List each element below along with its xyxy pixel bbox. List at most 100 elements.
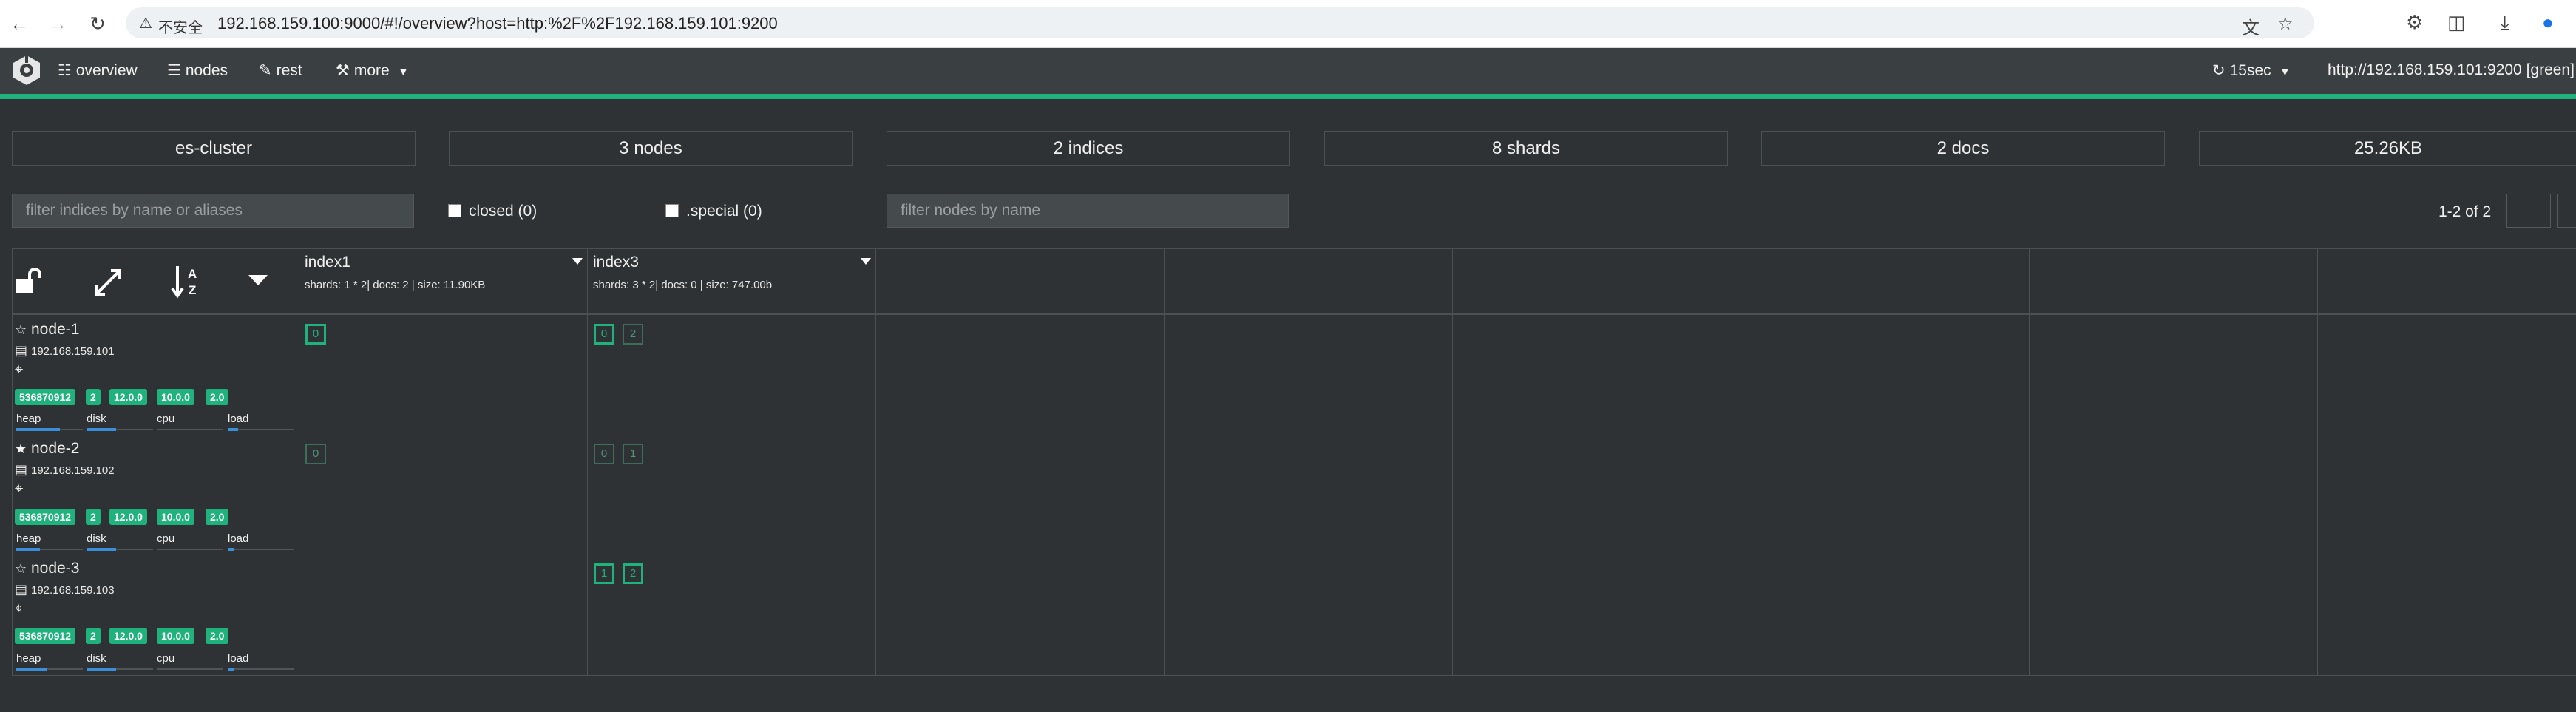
index-name[interactable]: index3: [593, 254, 877, 271]
badge-cpus: 2: [86, 389, 101, 405]
shard-primary[interactable]: 0: [305, 324, 326, 345]
list-icon: ☰: [167, 62, 181, 79]
app-header: ☷ overview ☰ nodes ✎ rest ⚒ more ▼ ↻ 15sec ▼ …: [0, 48, 2576, 94]
badge-version: 12.0.0: [109, 389, 147, 405]
node-name-text: node-1: [31, 321, 80, 338]
server-icon: ▤: [15, 462, 28, 477]
prev-page-button[interactable]: [2506, 194, 2551, 228]
crop-icon[interactable]: ⌖: [15, 481, 296, 498]
grid-col-divider: [12, 248, 13, 676]
filter-indices-input[interactable]: filter indices by name or aliases: [12, 194, 414, 228]
index-menu-caret-icon[interactable]: [572, 258, 583, 265]
shard-replica[interactable]: 0: [594, 444, 614, 464]
star-outline-icon: ☆: [15, 322, 27, 337]
reload-icon[interactable]: ↻: [84, 10, 111, 37]
shard-primary[interactable]: 1: [594, 563, 614, 584]
shard-replica[interactable]: 1: [623, 444, 643, 464]
shard-primary[interactable]: 2: [623, 563, 643, 584]
menu-overview[interactable]: ☷ overview: [58, 61, 138, 80]
expand-icon[interactable]: [93, 268, 123, 297]
cpu-bar-track: [157, 668, 223, 670]
disk-bar-fill: [87, 668, 116, 671]
next-page-button[interactable]: [2557, 194, 2576, 228]
server-icon: ▤: [15, 582, 28, 597]
node-ip: ▤ 192.168.159.102: [15, 462, 296, 478]
extension-icon[interactable]: ⚙: [2406, 11, 2423, 34]
shard-replica[interactable]: 2: [623, 324, 643, 345]
shard-replica[interactable]: 0: [305, 444, 326, 464]
special-filter[interactable]: .special (0): [665, 203, 762, 220]
profile-icon[interactable]: ●: [2542, 11, 2554, 34]
puzzle-icon[interactable]: ◫: [2447, 11, 2466, 34]
menu-overview-label: overview: [75, 62, 138, 79]
node-name[interactable]: ☆ node-3: [15, 560, 296, 577]
closed-filter[interactable]: closed (0): [448, 203, 537, 220]
index-meta: shards: 1 * 2| docs: 2 | size: 11.90KB: [305, 279, 486, 291]
load-bar-fill: [228, 668, 234, 671]
translate-icon[interactable]: 文: [2242, 13, 2260, 39]
index-header-index3[interactable]: index3 shards: 3 * 2| docs: 0 | size: 74…: [593, 254, 877, 291]
cpu-bar-track: [157, 549, 223, 550]
warning-icon: ⚠: [139, 16, 152, 32]
heap-bar-fill: [16, 428, 60, 431]
edit-icon: ✎: [259, 62, 272, 79]
menu-more-label: more: [353, 62, 390, 79]
metric-load-label: load: [228, 652, 249, 665]
index-name[interactable]: index1: [305, 254, 589, 271]
refresh-icon: ↻: [2212, 62, 2226, 79]
metric-heap-label: heap: [16, 532, 41, 545]
pagination-text: 1-2 of 2: [2438, 203, 2492, 220]
metric-load-label: load: [228, 413, 249, 425]
node-ip-text: 192.168.159.102: [31, 464, 115, 477]
menu-more[interactable]: ⚒ more ▼: [336, 61, 408, 80]
caret-down-icon[interactable]: [248, 274, 268, 287]
badge-heap-max: 536870912: [15, 628, 76, 644]
index-header-index1[interactable]: index1 shards: 1 * 2| docs: 2 | size: 11…: [305, 254, 589, 291]
special-checkbox[interactable]: [665, 204, 679, 217]
cerebro-logo-icon[interactable]: [10, 54, 43, 87]
unlock-icon[interactable]: [15, 268, 47, 297]
stat-nodes: 3 nodes: [449, 131, 853, 166]
shard-primary[interactable]: 0: [594, 324, 614, 345]
grid-bottom-border: [12, 675, 2576, 676]
node-name[interactable]: ★ node-2: [15, 440, 296, 458]
menu-rest-label: rest: [276, 62, 302, 79]
wrench-icon: ⚒: [336, 62, 350, 79]
badge-lucene: 10.0.0: [157, 389, 194, 405]
index-menu-caret-icon[interactable]: [861, 258, 871, 265]
node-row-node-3: ☆ node-3 ▤ 192.168.159.103 ⌖: [15, 560, 296, 617]
refresh-interval-dropdown[interactable]: ↻ 15sec ▼: [2212, 61, 2290, 80]
download-icon[interactable]: ⤓: [2501, 11, 2509, 35]
address-bar[interactable]: ⚠ 不安全 192.168.159.100:9000/#!/overview?h…: [126, 7, 2314, 38]
closed-checkbox[interactable]: [448, 204, 461, 217]
security-label[interactable]: 不安全: [158, 16, 203, 37]
load-bar-track: [228, 549, 294, 550]
badge-lucene: 10.0.0: [157, 628, 194, 644]
bookmark-star-icon[interactable]: ☆: [2277, 13, 2294, 35]
metric-cpu-label: cpu: [157, 413, 175, 425]
node-ip-text: 192.168.159.103: [31, 584, 115, 597]
metric-disk-label: disk: [87, 413, 106, 425]
forward-icon[interactable]: →: [44, 10, 71, 37]
menu-rest[interactable]: ✎ rest: [259, 61, 302, 80]
node-name-text: node-3: [31, 560, 80, 577]
back-icon[interactable]: ←: [6, 10, 33, 37]
grid-col-divider: [1452, 248, 1453, 676]
metric-load-label: load: [228, 532, 249, 545]
star-outline-icon: ☆: [15, 561, 27, 576]
badge-version: 12.0.0: [109, 509, 147, 525]
badge-cpus: 2: [86, 628, 101, 644]
heap-bar-fill: [16, 548, 40, 551]
url-text[interactable]: 192.168.159.100:9000/#!/overview?host=ht…: [217, 14, 778, 33]
crop-icon[interactable]: ⌖: [15, 362, 296, 379]
crop-icon[interactable]: ⌖: [15, 600, 296, 617]
menu-nodes[interactable]: ☰ nodes: [167, 61, 228, 80]
node-name[interactable]: ☆ node-1: [15, 321, 296, 339]
closed-label: closed (0): [469, 203, 538, 220]
grid-col-divider: [2029, 248, 2030, 676]
cluster-url[interactable]: http://192.168.159.101:9200 [green]: [2328, 61, 2575, 79]
sort-alpha-icon[interactable]: A Z: [170, 265, 203, 299]
filter-nodes-input[interactable]: filter nodes by name: [887, 194, 1289, 228]
stat-cluster-name: es-cluster: [12, 131, 416, 166]
grid-top-border: [12, 248, 2576, 249]
